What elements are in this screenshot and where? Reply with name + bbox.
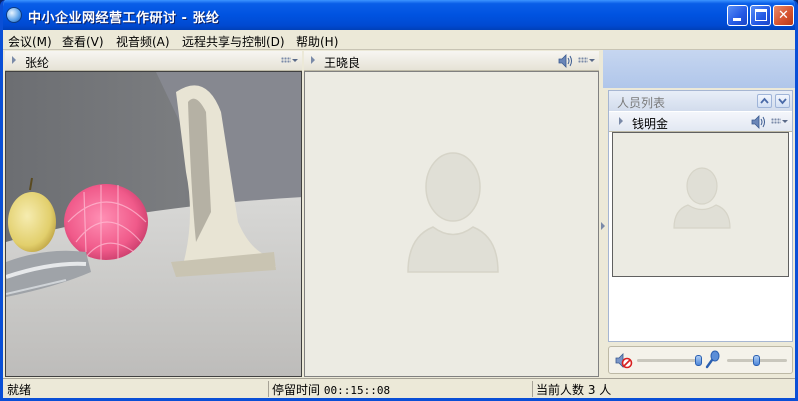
status-stay-time: 停留时间 00::15::08 — [268, 381, 530, 397]
participant-name-middle: 王晓良 — [324, 56, 361, 70]
status-state: 就绪 — [7, 383, 32, 397]
stay-time-value: 00::15::08 — [323, 384, 391, 397]
stay-time-label: 停留时间 — [272, 383, 321, 397]
chevron-down-icon — [778, 98, 787, 105]
menu-help[interactable]: 帮助(H) — [296, 33, 338, 50]
status-bar: 就绪 停留时间 00::15::08 当前人数 3 人 — [3, 378, 795, 398]
audio-control-bar — [608, 346, 793, 374]
speaker-icon[interactable] — [751, 115, 767, 129]
expand-arrow-icon[interactable] — [311, 56, 315, 64]
dropdown-arrow-icon — [589, 59, 595, 62]
grid-menu-icon[interactable] — [281, 55, 298, 65]
video-feed-middle — [304, 71, 599, 377]
dropdown-arrow-icon — [782, 120, 788, 123]
mic-volume-slider[interactable] — [753, 355, 760, 366]
camera-image — [6, 72, 301, 376]
conference-window: 中小企业网经营工作研讨 - 张纶 ✕ 会议(M) 查看(V) 视音频(A) 远程… — [0, 0, 798, 401]
dropdown-arrow-icon — [292, 59, 298, 62]
sidebar-top-strip — [603, 50, 795, 88]
grid-dots — [281, 57, 291, 63]
speaker-volume-slider[interactable] — [695, 355, 702, 366]
speaker-icon[interactable] — [558, 54, 574, 68]
member-list-panel: 人员列表 钱明金 — [608, 90, 793, 342]
menu-meeting[interactable]: 会议(M) — [8, 33, 52, 50]
minimize-button[interactable] — [727, 5, 748, 26]
menu-bar: 会议(M) 查看(V) 视音频(A) 远程共享与控制(D) 帮助(H) — [3, 30, 795, 50]
member-item[interactable]: 钱明金 — [609, 112, 792, 132]
member-list-title: 人员列表 — [617, 96, 666, 110]
grid-menu-icon[interactable] — [771, 116, 788, 126]
member-list-header: 人员列表 — [609, 91, 792, 111]
minimize-icon — [733, 18, 741, 21]
member-name: 钱明金 — [632, 117, 669, 131]
close-button[interactable]: ✕ — [773, 5, 794, 26]
status-participant-count: 当前人数 3 人 — [532, 381, 794, 397]
menu-remote-share[interactable]: 远程共享与控制(D) — [182, 33, 285, 50]
grid-dots — [771, 118, 781, 124]
user-silhouette-icon — [407, 152, 499, 273]
scroll-up-button[interactable] — [757, 94, 772, 108]
panel-header-left: 张纶 — [5, 51, 302, 71]
maximize-icon — [755, 9, 767, 21]
scroll-down-button[interactable] — [775, 94, 790, 108]
expand-arrow-icon[interactable] — [12, 56, 16, 64]
microphone-icon[interactable] — [705, 350, 721, 370]
splitter-arrow-icon[interactable] — [601, 222, 605, 230]
speaker-volume-track[interactable] — [637, 359, 701, 362]
panel-header-middle: 王晓良 — [304, 51, 599, 71]
maximize-button[interactable] — [750, 5, 771, 26]
globe-icon — [6, 7, 22, 23]
speaker-mute-icon[interactable] — [615, 352, 633, 369]
grid-menu-icon[interactable] — [578, 55, 595, 65]
video-feed-left — [5, 71, 302, 377]
close-icon: ✕ — [778, 8, 789, 23]
menu-audio-video[interactable]: 视音频(A) — [116, 33, 170, 50]
user-silhouette-icon — [673, 167, 731, 229]
member-video — [612, 132, 789, 277]
menu-view[interactable]: 查看(V) — [62, 33, 104, 50]
title-bar[interactable]: 中小企业网经营工作研讨 - 张纶 ✕ — [3, 0, 795, 30]
window-title: 中小企业网经营工作研讨 - 张纶 — [28, 11, 220, 26]
grid-dots — [578, 57, 588, 63]
participant-name-left: 张纶 — [25, 56, 50, 70]
expand-arrow-icon[interactable] — [619, 117, 623, 125]
chevron-up-icon — [760, 97, 769, 104]
